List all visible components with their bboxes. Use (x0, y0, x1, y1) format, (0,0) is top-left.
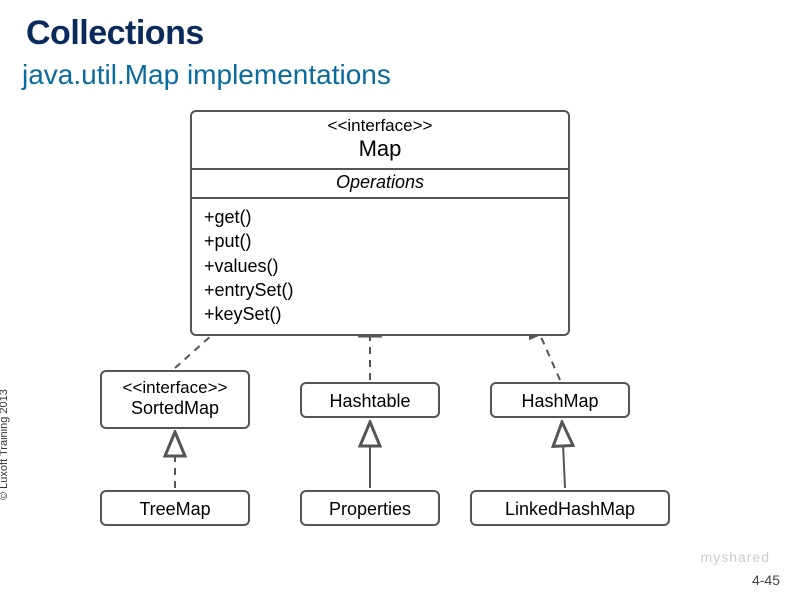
operation: +values() (204, 254, 556, 278)
class-hashtable: Hashtable (300, 382, 440, 418)
watermark: myshared (701, 549, 770, 565)
class-properties: Properties (300, 490, 440, 526)
uml-diagram: Hashtable --> HashMap --> <<interface>> … (90, 110, 730, 540)
operations-list: +get() +put() +values() +entrySet() +key… (192, 199, 568, 334)
stereotype-label: <<interface>> (192, 116, 568, 136)
class-name: Map (192, 136, 568, 162)
operation: +keySet() (204, 302, 556, 326)
class-map: <<interface>> Map Operations +get() +put… (190, 110, 570, 336)
operation: +put() (204, 229, 556, 253)
class-sortedmap: <<interface>> SortedMap (100, 370, 250, 429)
class-treemap: TreeMap (100, 490, 250, 526)
operation: +entrySet() (204, 278, 556, 302)
stereotype-label: <<interface>> (112, 378, 238, 398)
operation: +get() (204, 205, 556, 229)
class-name: SortedMap (112, 398, 238, 419)
slide-title: Collections (0, 0, 800, 57)
operations-header: Operations (192, 170, 568, 199)
copyright-text: © Luxoft Training 2013 (0, 389, 10, 500)
slide-subtitle: java.util.Map implementations (0, 57, 800, 101)
class-linkedhashmap: LinkedHashMap (470, 490, 670, 526)
page-number: 4-45 (752, 572, 780, 588)
class-hashmap: HashMap (490, 382, 630, 418)
